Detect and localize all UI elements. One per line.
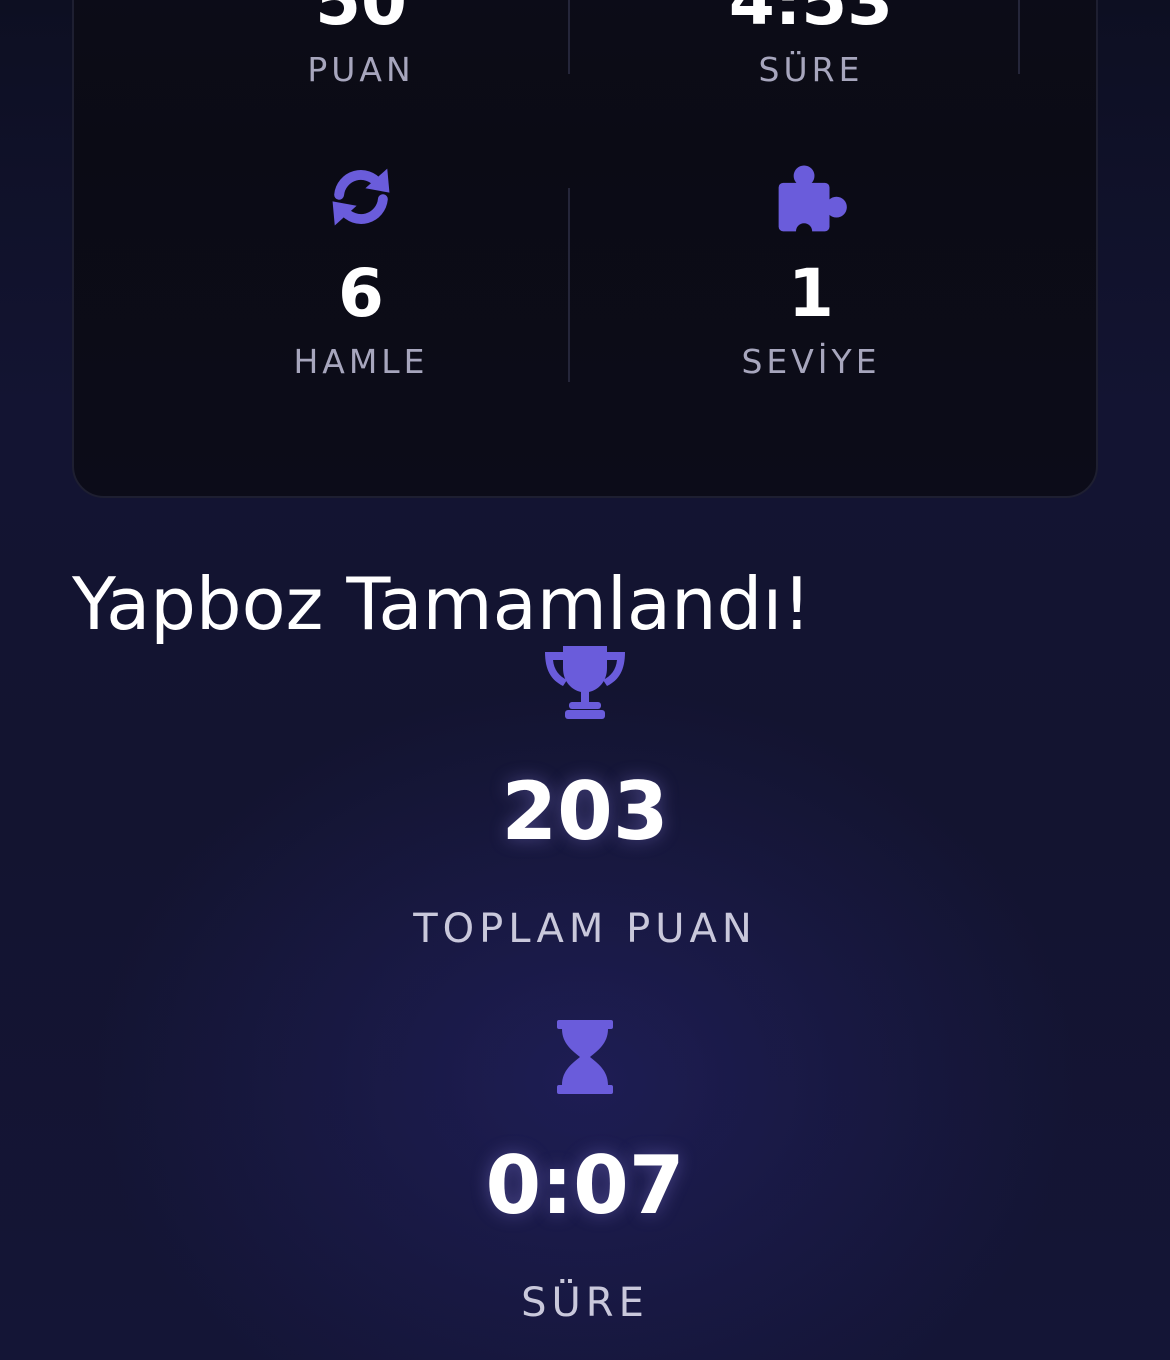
duration-block: 0:07 SÜRE xyxy=(0,1020,1170,1326)
stats-card: 50 PUAN 4:53 SÜRE 6 HAMLE 1 SEVİYE xyxy=(72,0,1098,498)
stat-divider xyxy=(1018,0,1020,74)
sync-icon xyxy=(332,168,390,226)
stat-moves-value: 6 xyxy=(338,255,384,332)
duration-value: 0:07 xyxy=(485,1139,685,1232)
stat-divider xyxy=(568,188,570,382)
stat-level: 1 SEVİYE xyxy=(611,162,1011,381)
puzzle-piece-icon xyxy=(778,165,847,236)
total-score-label: TOPLAM PUAN xyxy=(413,906,757,952)
duration-label: SÜRE xyxy=(521,1280,649,1326)
stat-moves: 6 HAMLE xyxy=(161,162,561,381)
total-score-block: 203 TOPLAM PUAN xyxy=(0,644,1170,952)
stat-score-label: PUAN xyxy=(307,50,415,89)
stat-score: 50 PUAN xyxy=(161,0,561,89)
stat-moves-label: HAMLE xyxy=(293,342,429,381)
trophy-icon xyxy=(545,646,625,719)
stat-level-label: SEVİYE xyxy=(741,342,881,381)
completion-title: Yapboz Tamamlandı! xyxy=(72,562,812,646)
hourglass-icon xyxy=(557,1020,613,1094)
stat-time: 4:53 SÜRE xyxy=(611,0,1011,89)
stat-time-value: 4:53 xyxy=(728,0,894,40)
stat-score-value: 50 xyxy=(315,0,407,40)
stat-time-label: SÜRE xyxy=(758,50,864,89)
stat-level-value: 1 xyxy=(788,255,834,332)
total-score-value: 203 xyxy=(501,765,669,858)
stat-divider xyxy=(568,0,570,74)
